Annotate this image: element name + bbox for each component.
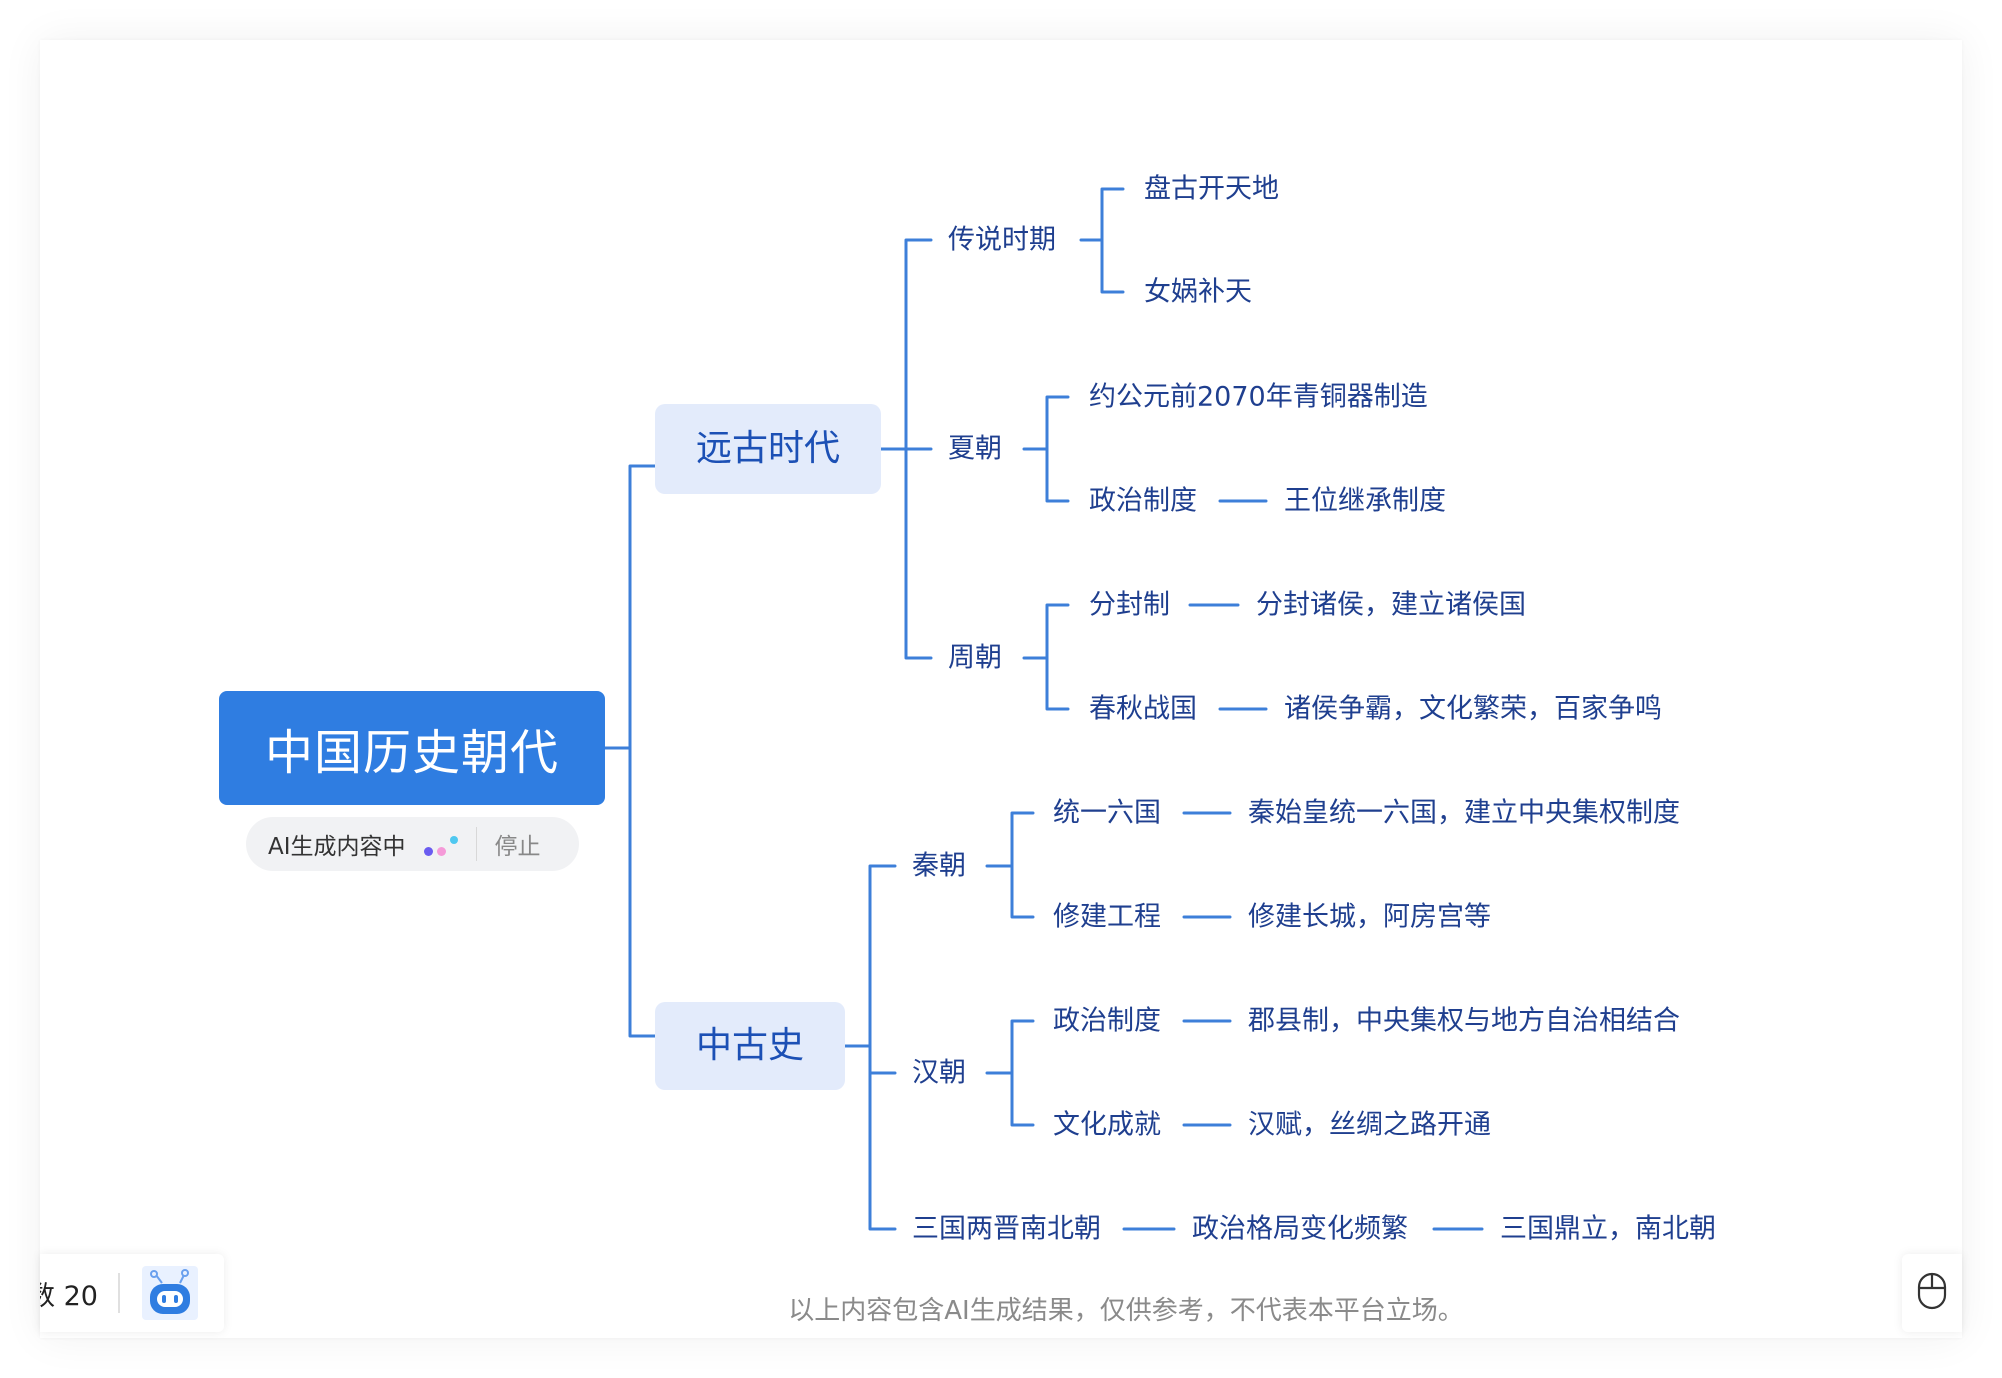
item-node[interactable]: 政治制度	[1053, 1008, 1161, 1035]
robot-assistant-icon[interactable]	[141, 1266, 198, 1320]
ai-generating-status: AI生成内容中 停止	[246, 817, 579, 871]
item-node[interactable]: 春秋战国	[1089, 696, 1197, 723]
item-node[interactable]: 约公元前2070年青铜器制造	[1089, 384, 1428, 411]
detail-node[interactable]: 修建长城，阿房宫等	[1248, 904, 1491, 931]
period-node-zhou[interactable]: 周朝	[948, 645, 1002, 672]
mouse-mode-button[interactable]	[1902, 1254, 1962, 1332]
divider	[117, 1273, 120, 1313]
ai-disclaimer: 以上内容包含AI生成结果，仅供参考，不代表本平台立场。	[788, 1296, 1464, 1326]
connector-period-xia	[1022, 395, 1070, 503]
ai-status-text: AI生成内容中	[268, 834, 406, 860]
item-node[interactable]: 盘古开天地	[1144, 176, 1279, 203]
connector-period-legend	[1079, 187, 1125, 294]
item-node[interactable]: 政治格局变化频繁	[1192, 1216, 1408, 1243]
period-node-han[interactable]: 汉朝	[912, 1060, 966, 1087]
divider	[475, 827, 477, 861]
mindmap-root-node[interactable]: 中国历史朝代	[219, 691, 605, 805]
item-node[interactable]: 政治制度	[1089, 488, 1197, 515]
period-node-legend[interactable]: 传说时期	[948, 227, 1056, 254]
loading-dots-icon	[423, 832, 458, 856]
mindmap-connectors	[603, 187, 1484, 1231]
detail-node[interactable]: 分封诸侯，建立诸侯国	[1256, 592, 1526, 619]
connector-period-han	[985, 1019, 1035, 1127]
item-node[interactable]: 文化成就	[1053, 1112, 1161, 1139]
item-node[interactable]: 统一六国	[1053, 800, 1161, 827]
detail-node[interactable]: 郡县制，中央集权与地方自治相结合	[1248, 1008, 1680, 1035]
connector-era-2	[843, 864, 897, 1231]
item-node[interactable]: 分封制	[1089, 592, 1170, 619]
detail-node[interactable]: 王位继承制度	[1284, 488, 1446, 515]
period-node-xia[interactable]: 夏朝	[948, 436, 1002, 463]
bottom-left-toolbar: 数 20	[40, 1254, 224, 1332]
connector-era-1	[879, 238, 933, 660]
connector-root	[603, 464, 657, 1038]
detail-node[interactable]: 汉赋，丝绸之路开通	[1248, 1112, 1491, 1139]
connector-period-zhou	[1022, 603, 1070, 711]
period-node-qin[interactable]: 秦朝	[912, 853, 966, 880]
mouse-icon	[1917, 1272, 1947, 1314]
connector-root-arc	[630, 451, 655, 1048]
period-node-sanguo[interactable]: 三国两晋南北朝	[912, 1216, 1101, 1243]
word-count: 数 20	[40, 1280, 98, 1312]
connector-period-qin	[985, 811, 1035, 919]
era-node-ancient[interactable]: 远古时代	[655, 404, 881, 494]
stop-button[interactable]: 停止	[495, 827, 541, 861]
detail-node[interactable]: 三国鼎立，南北朝	[1500, 1216, 1716, 1243]
item-node[interactable]: 修建工程	[1053, 904, 1161, 931]
item-node[interactable]: 女娲补天	[1144, 279, 1252, 306]
detail-node[interactable]: 诸侯争霸，文化繁荣，百家争鸣	[1284, 696, 1662, 723]
era-node-medieval[interactable]: 中古史	[655, 1002, 845, 1090]
detail-node[interactable]: 秦始皇统一六国，建立中央集权制度	[1248, 800, 1680, 827]
